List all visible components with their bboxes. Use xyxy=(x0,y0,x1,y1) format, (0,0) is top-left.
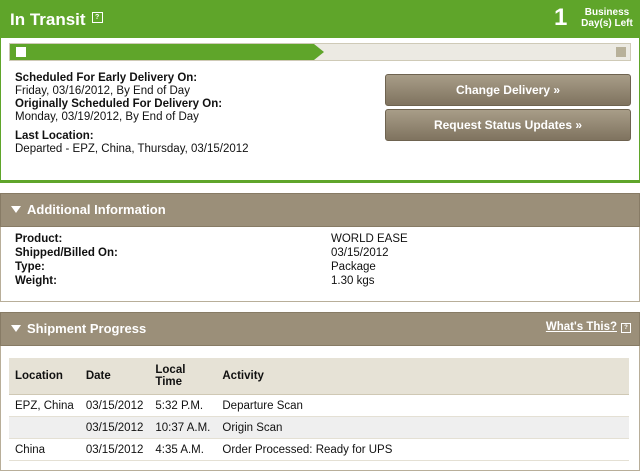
last-location-value: Departed - EPZ, China, Thursday, 03/15/2… xyxy=(15,143,249,155)
shipment-progress-bar xyxy=(9,43,631,61)
column-header-location: Location xyxy=(9,358,80,395)
days-left-label-line1: Business xyxy=(584,7,630,18)
column-header-activity: Activity xyxy=(216,358,629,395)
status-title: In Transit? xyxy=(10,10,103,30)
days-left-label-line2: Day(s) Left xyxy=(581,18,633,29)
type-value: Package xyxy=(331,261,376,273)
original-delivery-value: Monday, 03/19/2012, By End of Day xyxy=(15,111,199,123)
whats-this-link[interactable]: What's This?? xyxy=(546,321,631,333)
early-delivery-label: Scheduled For Early Delivery On: xyxy=(15,72,198,84)
request-status-updates-button[interactable]: Request Status Updates » xyxy=(385,109,631,141)
status-header: In Transit? 1 Business Day(s) Left xyxy=(0,0,640,38)
cell-date: 03/15/2012 xyxy=(79,394,150,417)
table-row: China 03/15/2012 4:35 A.M. Order Process… xyxy=(9,438,629,461)
whats-this-text[interactable]: What's This? xyxy=(546,321,617,333)
local-time-header-text: Local Time xyxy=(155,364,186,388)
cell-activity: Order Processed: Ready for UPS xyxy=(216,438,629,461)
cell-time: 5:32 P.M. xyxy=(149,394,217,417)
cell-activity: Origin Scan xyxy=(216,416,629,439)
original-delivery-label: Originally Scheduled For Delivery On: xyxy=(15,98,223,110)
days-left-number: 1 xyxy=(554,4,568,31)
cell-time: 10:37 A.M. xyxy=(149,416,217,439)
collapse-triangle-icon xyxy=(11,325,21,332)
shipment-progress-panel: Location Date Local Time Activity EPZ, C… xyxy=(0,346,640,471)
early-delivery-value: Friday, 03/16/2012, By End of Day xyxy=(15,85,190,97)
progress-end-marker xyxy=(616,47,626,57)
product-label: Product: xyxy=(15,233,63,245)
cell-activity: Departure Scan xyxy=(216,394,629,417)
info-icon[interactable]: ? xyxy=(91,12,103,23)
column-header-date: Date xyxy=(79,358,150,395)
change-delivery-button[interactable]: Change Delivery » xyxy=(385,74,631,106)
product-value: WORLD EASE xyxy=(331,233,408,245)
days-left-label: Business Day(s) Left xyxy=(576,7,638,29)
table-row: 03/15/2012 10:37 A.M. Origin Scan xyxy=(9,416,629,439)
transit-panel: Scheduled For Early Delivery On: Friday,… xyxy=(0,38,640,183)
additional-info-panel: Product: WORLD EASE Shipped/Billed On: 0… xyxy=(0,227,640,302)
info-icon: ? xyxy=(621,323,631,333)
cell-location: EPZ, China xyxy=(9,394,80,417)
delivery-schedule: Scheduled For Early Delivery On: Friday,… xyxy=(15,72,249,156)
progress-start-marker xyxy=(16,47,26,57)
type-label: Type: xyxy=(15,261,45,273)
shipment-progress-table: Location Date Local Time Activity EPZ, C… xyxy=(9,358,629,461)
shipped-billed-value: 03/15/2012 xyxy=(331,247,389,259)
cell-date: 03/15/2012 xyxy=(79,416,150,439)
additional-info-title: Additional Information xyxy=(27,202,166,217)
column-header-local-time: Local Time xyxy=(149,358,217,395)
last-location-label: Last Location: xyxy=(15,130,94,142)
cell-date: 03/15/2012 xyxy=(79,438,150,461)
weight-value: 1.30 kgs xyxy=(331,275,375,287)
shipment-progress-header[interactable]: Shipment Progress What's This?? xyxy=(0,312,640,346)
cell-location xyxy=(9,416,80,439)
status-title-text: In Transit xyxy=(10,10,86,29)
weight-label: Weight: xyxy=(15,275,57,287)
progress-arrow-icon xyxy=(314,44,324,60)
cell-location: China xyxy=(9,438,80,461)
cell-time: 4:35 A.M. xyxy=(149,438,217,461)
additional-info-header[interactable]: Additional Information xyxy=(0,193,640,227)
table-header-row: Location Date Local Time Activity xyxy=(9,358,629,395)
shipment-progress-title: Shipment Progress xyxy=(27,321,147,336)
shipped-billed-label: Shipped/Billed On: xyxy=(15,247,118,259)
table-row: EPZ, China 03/15/2012 5:32 P.M. Departur… xyxy=(9,394,629,417)
collapse-triangle-icon xyxy=(11,206,21,213)
progress-bar-fill xyxy=(10,44,314,60)
